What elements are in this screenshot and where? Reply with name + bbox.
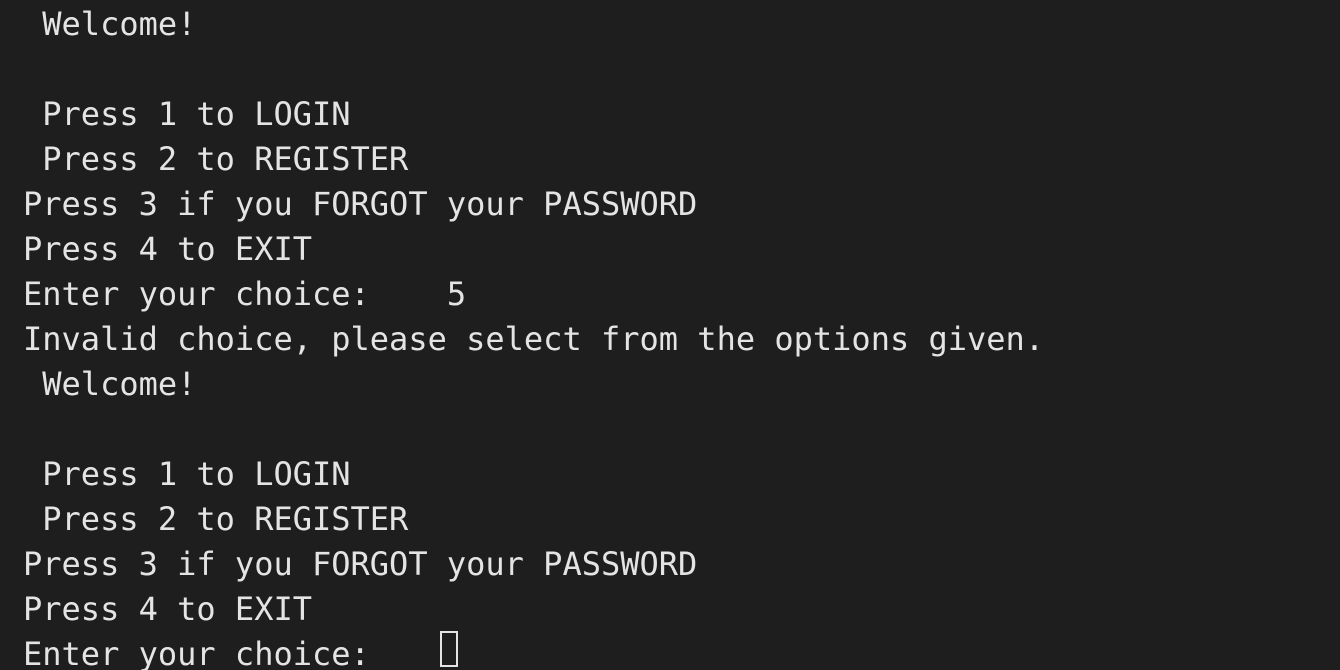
choice-prompt-active: Enter your choice:: [23, 635, 447, 670]
terminal-output[interactable]: Welcome! Press 1 to LOGIN Press 2 to REG…: [0, 0, 1340, 670]
choice-prompt: Enter your choice: 5: [23, 275, 467, 313]
menu-option-login: Press 1 to LOGIN: [23, 95, 351, 133]
welcome-line: Welcome!: [23, 365, 197, 403]
menu-option-forgot: Press 3 if you FORGOT your PASSWORD: [23, 545, 698, 583]
menu-option-register: Press 2 to REGISTER: [23, 140, 409, 178]
error-message: Invalid choice, please select from the o…: [23, 320, 1045, 358]
menu-option-exit: Press 4 to EXIT: [23, 590, 312, 628]
menu-option-exit: Press 4 to EXIT: [23, 230, 312, 268]
menu-option-login: Press 1 to LOGIN: [23, 455, 351, 493]
menu-option-forgot: Press 3 if you FORGOT your PASSWORD: [23, 185, 698, 223]
welcome-line: Welcome!: [23, 5, 197, 43]
text-cursor[interactable]: [440, 631, 458, 667]
menu-option-register: Press 2 to REGISTER: [23, 500, 409, 538]
